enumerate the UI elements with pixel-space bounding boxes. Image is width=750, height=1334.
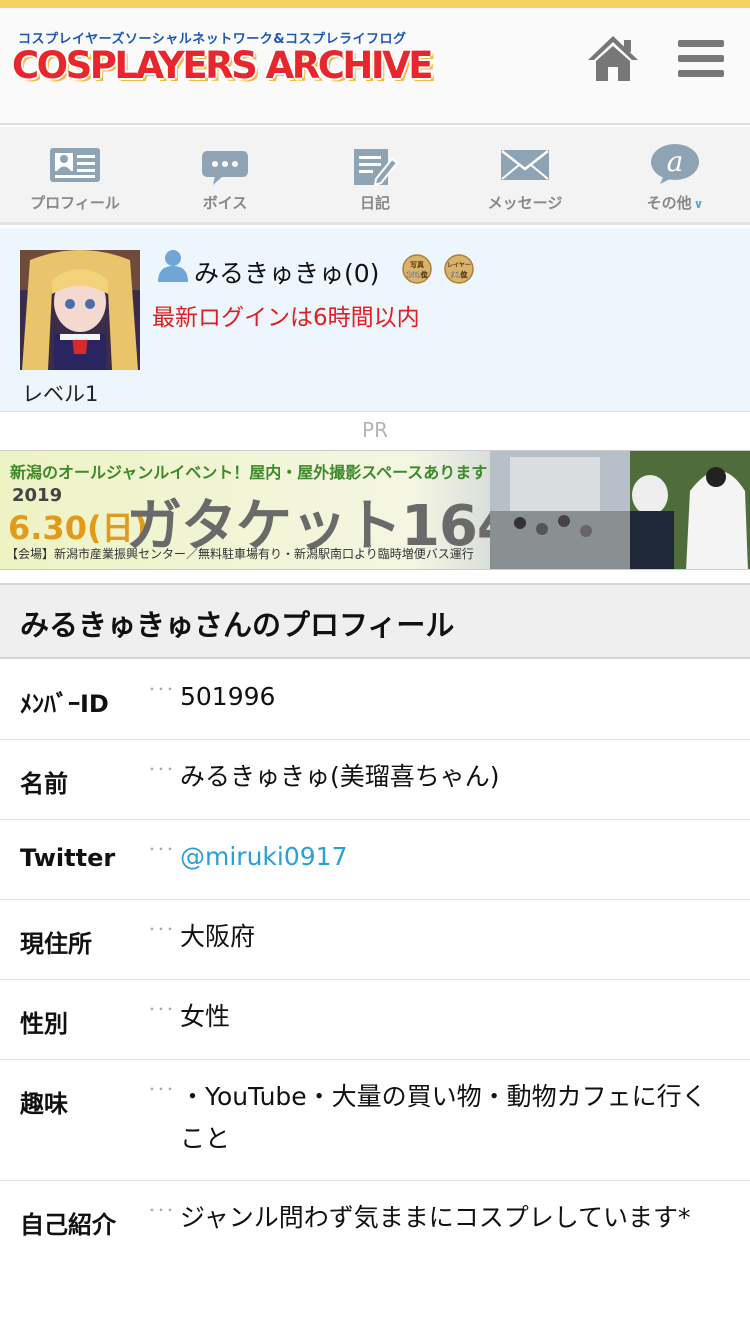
site-header: コスプレイヤーズソーシャルネットワーク&コスプレライフログ COSPLAYERS… <box>0 8 750 125</box>
nav-other-label: その他 ∨ <box>600 192 750 213</box>
nav-profile-label: プロフィール <box>30 194 120 212</box>
user-level: レベル1 <box>22 382 99 406</box>
field-label: 名前 <box>20 770 68 798</box>
field-label: Twitter <box>20 844 116 872</box>
profile-section-header: みるきゅきゅさんのプロフィール <box>0 583 750 659</box>
photo-rank-value: 182位 <box>406 270 428 279</box>
profile-nav: プロフィール ボイス 日記 メッセージ a その他 ∨ <box>0 127 750 225</box>
field-separator: ･･･ <box>148 1000 176 1019</box>
nav-diary-label: 日記 <box>359 194 390 212</box>
speech-bubble-icon <box>202 151 248 185</box>
photo-rank-medal-icon: 写真 182位 <box>402 254 432 284</box>
field-separator: ･･･ <box>148 1201 176 1220</box>
at-bubble-icon: a <box>651 144 699 184</box>
field-label: 自己紹介 <box>20 1211 116 1239</box>
field-separator: ･･･ <box>148 1080 176 1099</box>
avatar-image <box>20 250 140 370</box>
menu-button[interactable] <box>678 40 724 82</box>
field-label: 趣味 <box>20 1090 68 1118</box>
field-separator: ･･･ <box>148 840 176 859</box>
envelope-icon <box>501 150 549 180</box>
username: みるきゅきゅ(0) <box>194 259 380 288</box>
field-row-residence: 現住所 ･･･ 大阪府 <box>0 900 750 980</box>
hobby-value: ・YouTube・大量の買い物・動物カフェに行くこと <box>180 1082 707 1153</box>
field-label: 性別 <box>20 1010 68 1038</box>
profile-summary: レベル1 みるきゅきゅ(0) 写真 182位 レイヤー 91位 最新ログインは6… <box>0 228 750 412</box>
nav-voice[interactable]: ボイス <box>150 127 300 225</box>
layer-rank-value: 91位 <box>451 270 468 279</box>
field-row-gender: 性別 ･･･ 女性 <box>0 980 750 1060</box>
avatar[interactable] <box>20 250 140 370</box>
site-logo[interactable]: コスプレイヤーズソーシャルネットワーク&コスプレライフログ COSPLAYERS… <box>12 28 434 92</box>
nav-diary[interactable]: 日記 <box>300 127 450 225</box>
layer-rank-type: レイヤー <box>447 262 471 269</box>
nav-profile[interactable]: プロフィール <box>0 127 150 225</box>
event-ad-banner[interactable]: 新潟のオールジャンルイベント！屋内・屋外撮影スペースあります！ 2019 6.3… <box>0 450 750 570</box>
home-icon <box>588 36 638 81</box>
field-row-intro: 自己紹介 ･･･ ジャンル問わず気ままにコスプレしています* <box>0 1181 750 1307</box>
field-separator: ･･･ <box>148 760 176 779</box>
logo-title: COSPLAYERS ARCHIVE <box>12 44 434 87</box>
profile-section-title: みるきゅきゅさんのプロフィール <box>20 608 455 642</box>
layer-rank-medal-icon: レイヤー 91位 <box>444 254 474 284</box>
field-row-name: 名前 ･･･ みるきゅきゅ(美瑠喜ちゃん) <box>0 740 750 820</box>
residence-value: 大阪府 <box>180 922 256 951</box>
field-separator: ･･･ <box>148 920 176 939</box>
profile-card-icon <box>50 148 100 182</box>
pr-label: PR <box>362 418 388 442</box>
field-separator: ･･･ <box>148 680 176 699</box>
intro-value: ジャンル問わず気ままにコスプレしています* <box>180 1203 691 1232</box>
field-row-member-id: ﾒﾝﾊﾞｰID ･･･ 501996 <box>0 660 750 740</box>
banner-headline: 新潟のオールジャンルイベント！屋内・屋外撮影スペースあります！ <box>10 463 504 482</box>
name-value: みるきゅきゅ(美瑠喜ちゃん) <box>180 762 500 791</box>
nav-other[interactable]: a その他 ∨ <box>600 127 750 225</box>
profile-fields: ﾒﾝﾊﾞｰID ･･･ 501996 名前 ･･･ みるきゅきゅ(美瑠喜ちゃん)… <box>0 660 750 1307</box>
nav-voice-label: ボイス <box>202 194 248 212</box>
banner-photo <box>490 451 750 569</box>
member-id-value: 501996 <box>180 682 276 711</box>
svg-text:a: a <box>667 145 684 178</box>
top-accent-bar <box>0 0 750 8</box>
user-icon <box>158 250 188 282</box>
nav-other-text: その他 <box>646 194 692 212</box>
field-label: ﾒﾝﾊﾞｰID <box>20 690 109 718</box>
chevron-down-icon: ∨ <box>693 197 704 211</box>
nav-message[interactable]: メッセージ <box>450 127 600 225</box>
twitter-link[interactable]: @miruki0917 <box>180 836 728 878</box>
gender-value: 女性 <box>180 1002 231 1031</box>
login-status: 最新ログインは6時間以内 <box>152 305 420 331</box>
field-row-twitter: Twitter ･･･ @miruki0917 <box>0 820 750 900</box>
nav-message-label: メッセージ <box>487 194 563 212</box>
banner-venue: 【会場】新潟市産業振興センター／無料駐車場有り・新潟駅南口より臨時増便バス運行 <box>6 547 474 561</box>
home-button[interactable] <box>586 34 640 84</box>
field-row-hobby: 趣味 ･･･ ・YouTube・大量の買い物・動物カフェに行くこと <box>0 1060 750 1181</box>
field-label: 現住所 <box>20 930 92 958</box>
menu-icon <box>678 40 724 77</box>
diary-pencil-icon <box>354 149 398 187</box>
photo-rank-type: 写真 <box>410 260 424 269</box>
